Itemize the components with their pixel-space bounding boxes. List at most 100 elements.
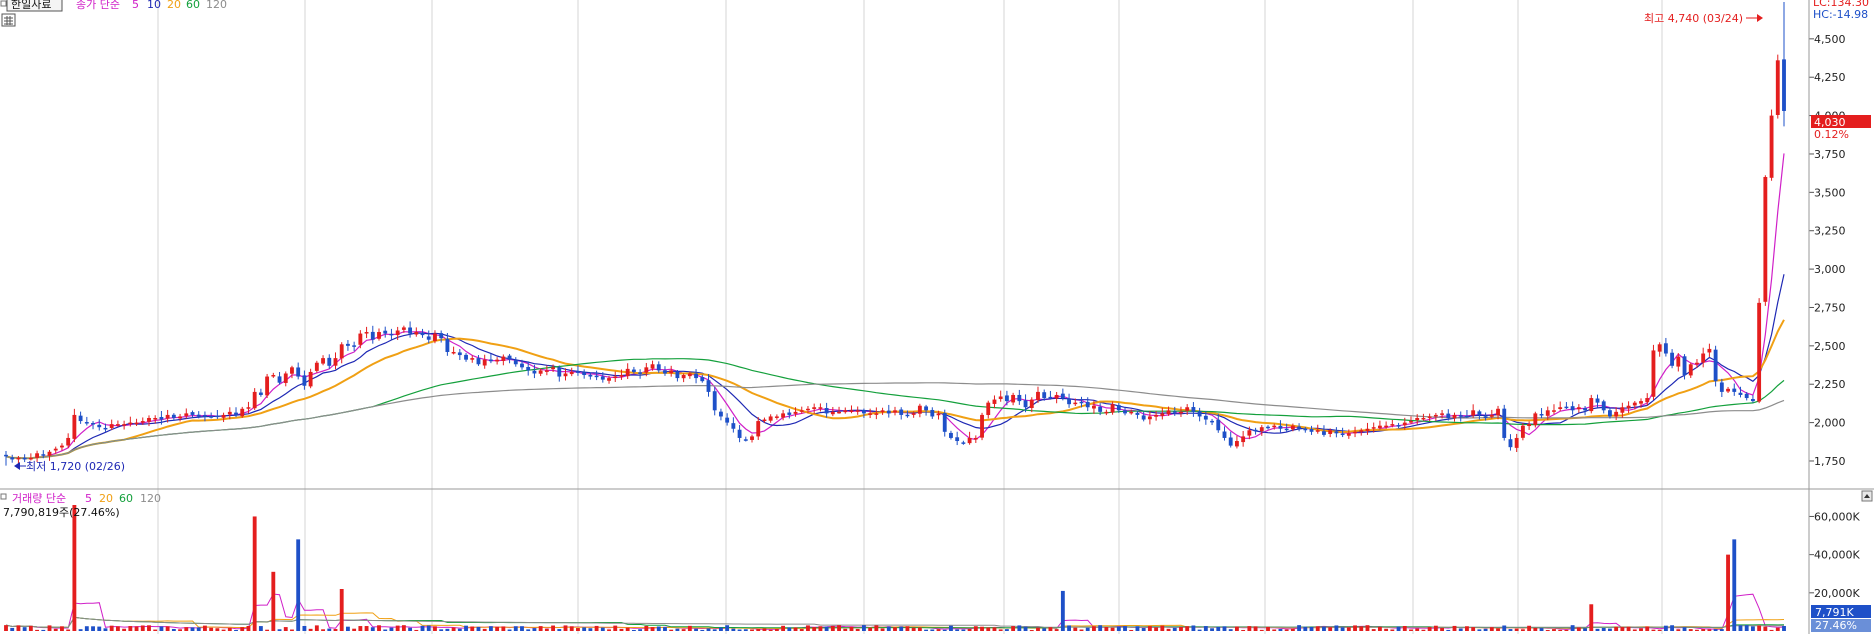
- candle-body[interactable]: [1446, 413, 1451, 418]
- volume-bar[interactable]: [917, 627, 922, 631]
- candle-body[interactable]: [787, 412, 792, 415]
- volume-bar[interactable]: [103, 628, 108, 631]
- volume-bar[interactable]: [433, 626, 437, 631]
- volume-bar[interactable]: [532, 628, 537, 631]
- volume-bar[interactable]: [488, 626, 493, 631]
- volume-bar[interactable]: [1060, 590, 1065, 631]
- volume-bar[interactable]: [1228, 629, 1233, 631]
- volume-bar[interactable]: [414, 629, 419, 631]
- candle-body[interactable]: [725, 417, 730, 423]
- candle-body[interactable]: [924, 406, 929, 411]
- candle-body[interactable]: [774, 416, 779, 418]
- volume-bar[interactable]: [1390, 629, 1395, 631]
- volume-bar[interactable]: [563, 625, 568, 631]
- volume-bar[interactable]: [1340, 627, 1345, 631]
- candle-body[interactable]: [625, 368, 630, 377]
- volume-bar[interactable]: [1365, 625, 1370, 631]
- candle-body[interactable]: [221, 414, 226, 418]
- volume-bar[interactable]: [582, 627, 587, 631]
- volume-bar[interactable]: [1036, 627, 1040, 631]
- volume-bar[interactable]: [1657, 629, 1662, 631]
- candle-body[interactable]: [196, 414, 201, 417]
- candle-body[interactable]: [992, 399, 997, 404]
- candle-body[interactable]: [1197, 411, 1202, 417]
- volume-bar[interactable]: [227, 627, 232, 631]
- candle-body[interactable]: [719, 411, 723, 417]
- candle-body[interactable]: [1701, 353, 1706, 363]
- volume-bar[interactable]: [743, 629, 748, 631]
- candle-body[interactable]: [1402, 422, 1407, 426]
- candle-body[interactable]: [1713, 349, 1718, 382]
- candle-body[interactable]: [60, 445, 64, 448]
- volume-bar[interactable]: [426, 625, 431, 631]
- candle-body[interactable]: [1060, 393, 1065, 399]
- candle-body[interactable]: [843, 410, 848, 413]
- candle-body[interactable]: [1384, 425, 1389, 428]
- candle-body[interactable]: [1172, 411, 1177, 413]
- volume-bar[interactable]: [1539, 628, 1544, 631]
- volume-bar[interactable]: [302, 625, 307, 631]
- candle-body[interactable]: [66, 437, 71, 446]
- volume-bar[interactable]: [1483, 628, 1488, 631]
- candle-body[interactable]: [252, 391, 257, 409]
- volume-bar[interactable]: [252, 516, 257, 631]
- volume-bar[interactable]: [967, 629, 972, 631]
- candle-body[interactable]: [980, 414, 984, 438]
- candle-body[interactable]: [551, 367, 556, 370]
- volume-bar[interactable]: [159, 626, 164, 631]
- candle-body[interactable]: [53, 448, 58, 451]
- candle-body[interactable]: [967, 437, 972, 444]
- candle-body[interactable]: [1278, 425, 1283, 429]
- candle-body[interactable]: [1589, 398, 1594, 412]
- volume-bar[interactable]: [1172, 627, 1177, 631]
- candle-body[interactable]: [1365, 428, 1370, 431]
- candle-body[interactable]: [893, 410, 897, 413]
- volume-bar[interactable]: [911, 627, 916, 631]
- calculator-icon[interactable]: [1, 13, 16, 27]
- candle-body[interactable]: [899, 409, 904, 415]
- volume-bar[interactable]: [401, 625, 406, 631]
- candle-body[interactable]: [849, 410, 854, 412]
- volume-bar[interactable]: [681, 629, 686, 631]
- volume-bar[interactable]: [358, 626, 363, 631]
- candle-body[interactable]: [1576, 407, 1581, 410]
- candle-body[interactable]: [1520, 425, 1525, 438]
- volume-bar[interactable]: [171, 628, 176, 631]
- volume-bar[interactable]: [762, 628, 767, 631]
- volume-bar[interactable]: [1110, 627, 1115, 631]
- candle-body[interactable]: [1763, 176, 1768, 302]
- volume-bar[interactable]: [526, 629, 531, 631]
- candle-body[interactable]: [227, 411, 232, 415]
- volume-bar[interactable]: [557, 629, 562, 631]
- volume-bar[interactable]: [190, 627, 195, 631]
- candle-body[interactable]: [880, 410, 885, 413]
- candle-body[interactable]: [1216, 419, 1221, 431]
- volume-bar[interactable]: [464, 625, 468, 631]
- volume-bar[interactable]: [973, 626, 978, 631]
- candle-body[interactable]: [1471, 410, 1476, 416]
- candle-body[interactable]: [806, 408, 810, 411]
- volume-bar[interactable]: [1552, 629, 1556, 631]
- candle-body[interactable]: [1179, 411, 1183, 414]
- volume-bar[interactable]: [1452, 625, 1457, 631]
- candle-body[interactable]: [165, 414, 170, 419]
- candle-body[interactable]: [140, 421, 145, 423]
- volume-bar[interactable]: [1092, 626, 1096, 631]
- candle-body[interactable]: [383, 330, 388, 334]
- volume-bar[interactable]: [930, 629, 935, 631]
- candle-body[interactable]: [818, 407, 823, 409]
- candle-body[interactable]: [1782, 59, 1786, 111]
- volume-bar[interactable]: [333, 629, 338, 631]
- volume-bar[interactable]: [470, 626, 475, 631]
- candle-body[interactable]: [1371, 427, 1376, 429]
- candle-body[interactable]: [1228, 437, 1233, 446]
- volume-bar[interactable]: [1645, 626, 1650, 631]
- candle-body[interactable]: [942, 413, 947, 432]
- volume-bar[interactable]: [569, 626, 574, 631]
- volume-bar[interactable]: [880, 628, 885, 631]
- volume-bar[interactable]: [1421, 629, 1426, 631]
- volume-bar[interactable]: [1520, 629, 1525, 631]
- candle-body[interactable]: [501, 356, 506, 361]
- volume-bar[interactable]: [588, 628, 593, 631]
- volume-bar[interactable]: [1141, 628, 1146, 631]
